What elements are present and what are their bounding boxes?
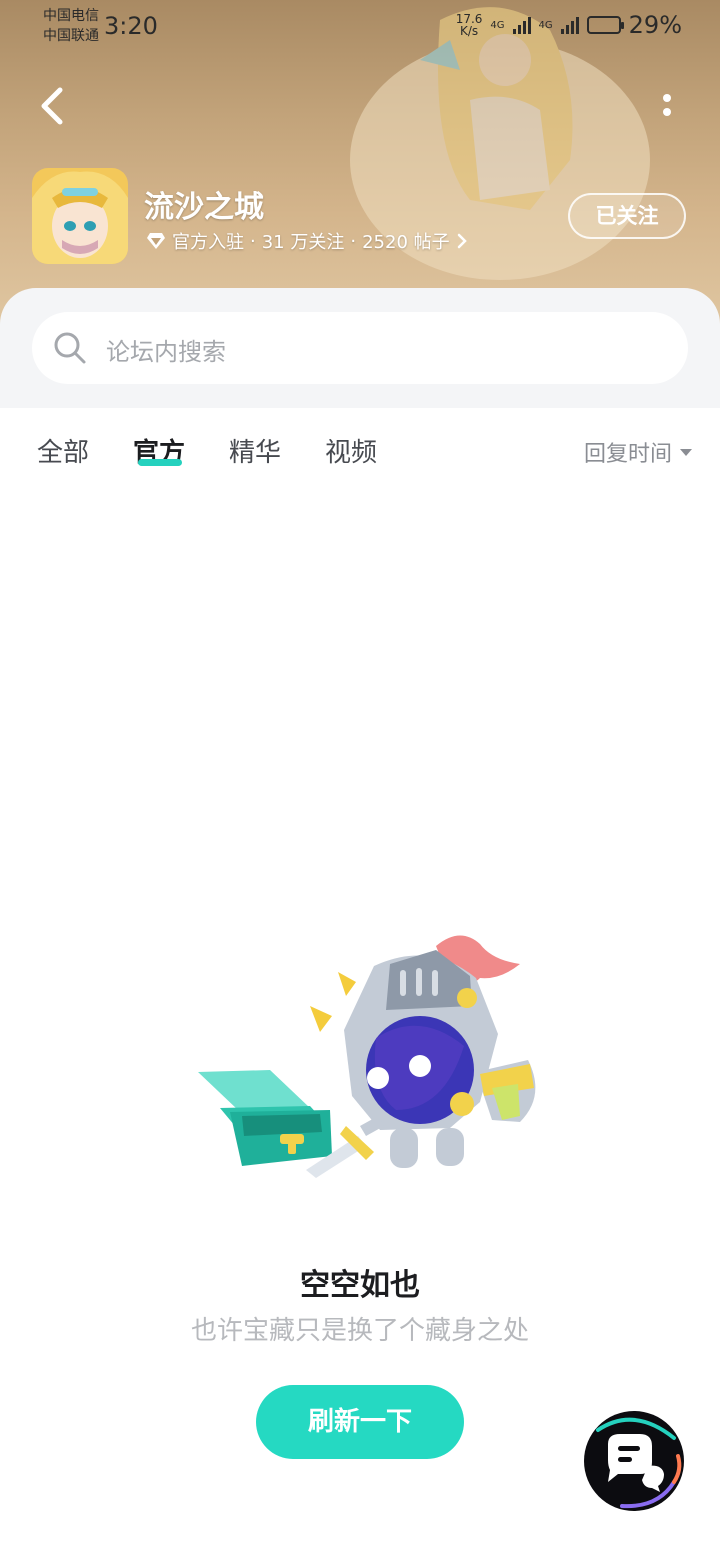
forum-stats[interactable]: 官方入驻 · 31 万关注 · 2520 帖子 — [146, 228, 468, 254]
carrier-labels: 中国电信 中国联通 — [43, 6, 99, 46]
forum-title: 流沙之城 — [144, 190, 264, 225]
battery-icon — [586, 16, 624, 34]
chevron-right-icon — [457, 233, 467, 249]
status-icons: 17.6 K/s 4G 4G 29% — [456, 10, 682, 40]
official-badge-label: 官方入驻 — [172, 232, 244, 253]
diamond-icon — [147, 233, 165, 249]
posts-count: 2520 帖子 — [362, 232, 450, 253]
floating-chat-button[interactable] — [578, 1410, 690, 1512]
tab-video[interactable]: 视频 — [325, 432, 377, 469]
empty-state-title: 空空如也 — [300, 1268, 420, 1303]
follow-button[interactable]: 已关注 — [568, 193, 686, 239]
tab-bar: 全部 官方 精华 视频 回复时间 — [0, 408, 720, 488]
refresh-button[interactable]: 刷新一下 — [256, 1385, 464, 1459]
battery-percent: 29% — [628, 11, 682, 39]
carrier-1: 中国电信 — [43, 8, 99, 24]
signal-icon — [512, 16, 531, 34]
sort-label: 回复时间 — [583, 442, 672, 467]
status-time: 3:20 — [104, 12, 158, 40]
search-panel: 论坛内搜索 — [0, 288, 720, 408]
network-type-2: 4G — [538, 19, 553, 31]
separator-dot: · — [350, 230, 357, 252]
signal-icon-2 — [560, 16, 579, 34]
followers-count: 31 万关注 — [261, 232, 345, 253]
forum-avatar[interactable] — [32, 168, 128, 264]
carrier-2: 中国联通 — [43, 28, 99, 44]
separator-dot: · — [250, 230, 256, 252]
network-speed: 17.6 K/s — [456, 13, 483, 37]
search-icon — [54, 332, 86, 364]
sort-dropdown[interactable]: 回复时间 — [584, 436, 692, 468]
network-type-1: 4G — [490, 19, 505, 31]
search-placeholder: 论坛内搜索 — [106, 338, 226, 366]
back-arrow-icon — [41, 87, 63, 125]
back-button[interactable] — [32, 82, 72, 130]
search-input[interactable]: 论坛内搜索 — [32, 312, 688, 384]
tab-all[interactable]: 全部 — [37, 432, 89, 469]
empty-state-illustration — [198, 935, 536, 1178]
forum-avatar-image — [32, 168, 128, 264]
caret-down-icon — [680, 448, 692, 456]
tab-featured[interactable]: 精华 — [229, 432, 281, 469]
more-vertical-icon — [663, 94, 671, 116]
empty-state-subtitle: 也许宝藏只是换了个藏身之处 — [190, 1316, 529, 1346]
active-tab-indicator — [138, 459, 182, 466]
status-bar: 中国电信 中国联通 3:20 17.6 K/s 4G 4G 29% — [0, 0, 720, 50]
more-options-button[interactable] — [652, 86, 682, 126]
network-speed-unit: K/s — [459, 24, 479, 38]
chat-bubble-icon — [584, 1411, 684, 1511]
